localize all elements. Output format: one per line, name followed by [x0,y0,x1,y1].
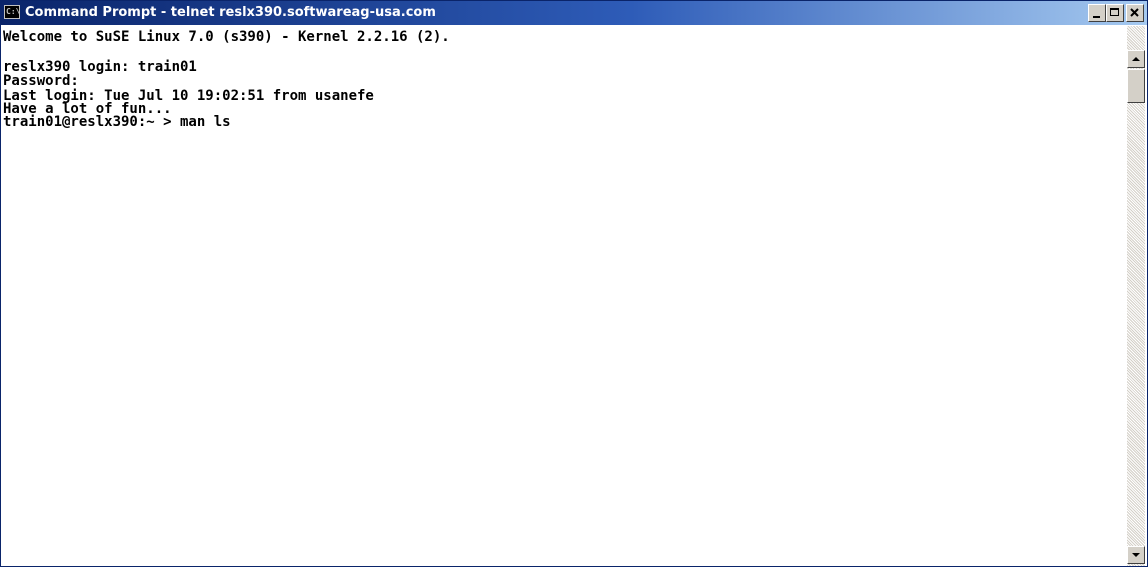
minimize-button[interactable] [1088,4,1106,22]
console-prompt-line: train01@reslx390:~ > man ls [3,114,231,130]
down-arrow-icon [1132,553,1140,557]
console-output[interactable]: Welcome to SuSE Linux 7.0 (s390) - Kerne… [3,26,1122,566]
maximize-icon [1110,8,1119,16]
title-bar[interactable]: C:\ Command Prompt - telnet reslx390.sof… [1,1,1147,25]
minimize-icon [1093,16,1100,18]
window-title: Command Prompt - telnet reslx390.softwar… [25,5,436,20]
console-icon-label: C:\ [6,7,21,16]
console-line: Welcome to SuSE Linux 7.0 (s390) - Kerne… [3,29,450,45]
console-icon[interactable]: C:\ [4,5,20,19]
scroll-down-button[interactable] [1127,546,1145,564]
maximize-button[interactable] [1106,4,1124,22]
console-line: Password: [3,73,79,89]
vertical-scrollbar[interactable] [1127,26,1145,566]
close-button[interactable] [1126,4,1144,22]
console-line: reslx390 login: train01 [3,59,197,75]
up-arrow-icon [1132,57,1140,61]
command-prompt-window: C:\ Command Prompt - telnet reslx390.sof… [0,0,1148,567]
close-icon [1130,8,1139,17]
scroll-up-button[interactable] [1127,50,1145,68]
caption-buttons [1088,4,1144,22]
scrollbar-thumb[interactable] [1127,69,1145,103]
